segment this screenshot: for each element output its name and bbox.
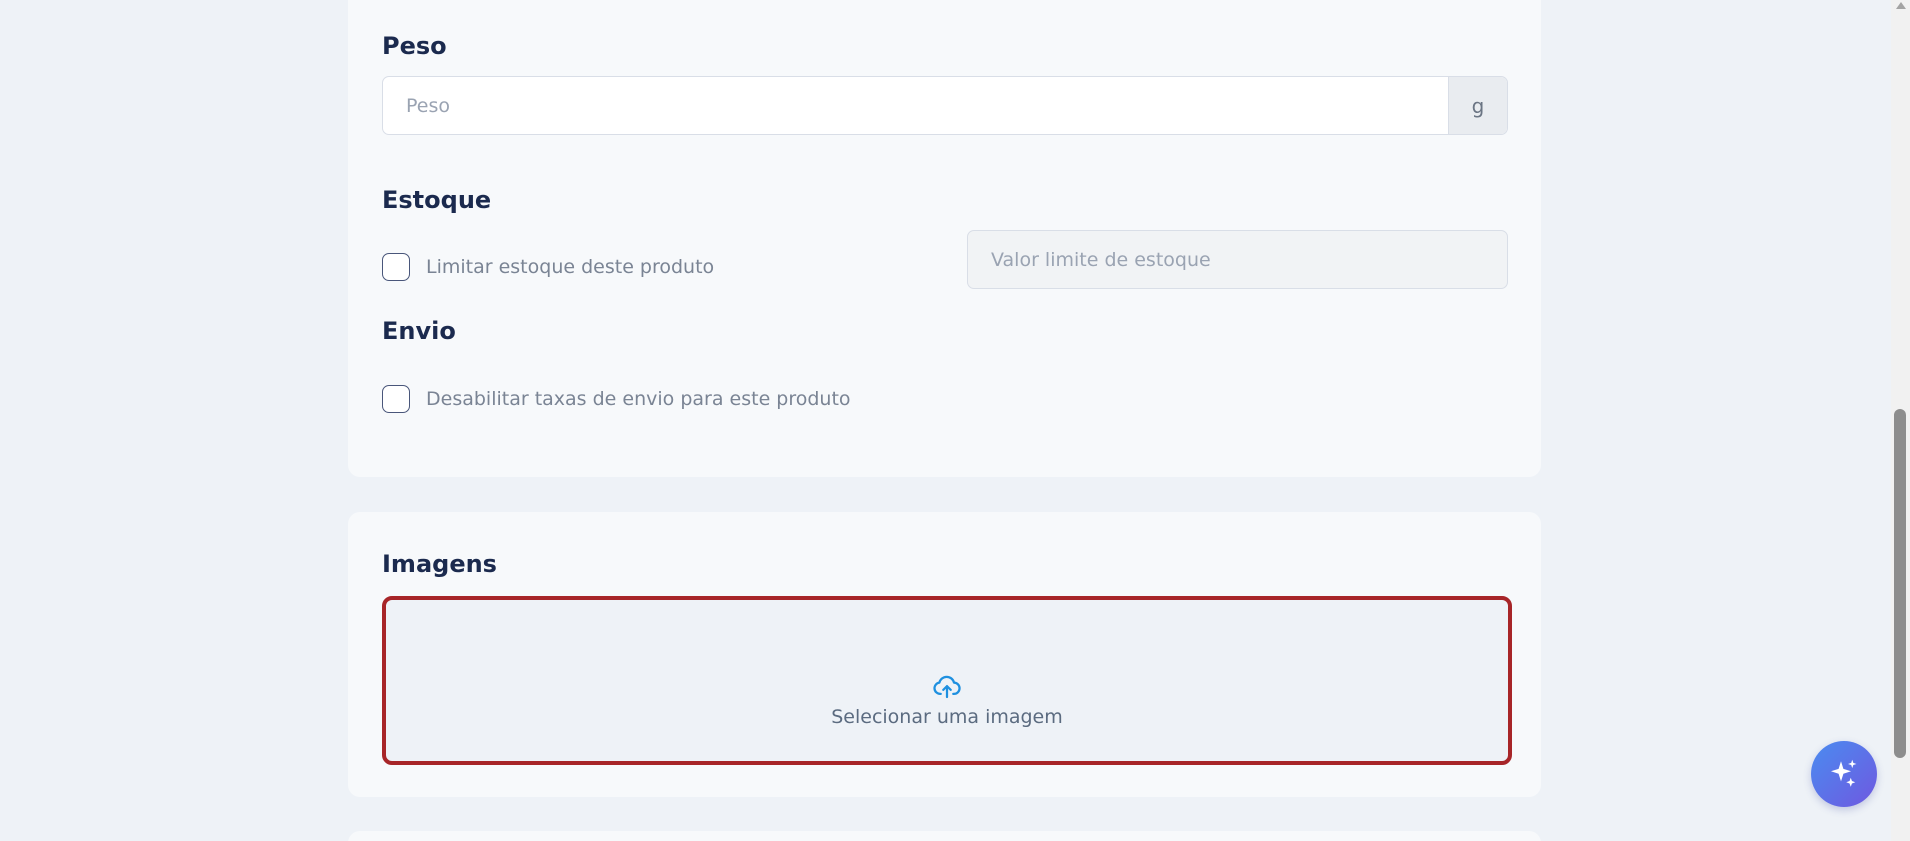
scroll-up-arrow-icon[interactable] xyxy=(1896,2,1906,9)
scrollbar-thumb[interactable] xyxy=(1894,409,1906,758)
weight-input[interactable] xyxy=(383,77,1448,134)
image-upload-dropzone[interactable]: Selecionar uma imagem xyxy=(382,596,1512,765)
disable-shipping-checkbox-row[interactable]: Desabilitar taxas de envio para este pro… xyxy=(382,385,851,413)
limit-stock-checkbox-row[interactable]: Limitar estoque deste produto xyxy=(382,253,714,281)
images-card: Imagens Selecionar uma imagem xyxy=(348,512,1541,797)
limit-stock-checkbox[interactable] xyxy=(382,253,410,281)
weight-unit-addon: g xyxy=(1448,77,1507,134)
sparkles-icon xyxy=(1830,759,1857,787)
limit-stock-label: Limitar estoque deste produto xyxy=(426,256,715,278)
next-card xyxy=(348,831,1541,841)
disable-shipping-checkbox[interactable] xyxy=(382,385,410,413)
stock-title: Estoque xyxy=(382,186,492,214)
shipping-title: Envio xyxy=(382,317,456,345)
disable-shipping-label: Desabilitar taxas de envio para este pro… xyxy=(426,388,851,410)
images-title: Imagens xyxy=(382,550,497,578)
page: Peso g Estoque Limitar estoque deste pro… xyxy=(0,0,1910,841)
weight-input-group: g xyxy=(382,76,1508,135)
upload-label: Selecionar uma imagem xyxy=(831,705,1063,728)
cloud-upload-icon xyxy=(933,675,961,698)
ai-assistant-button[interactable] xyxy=(1811,741,1877,807)
stock-limit-input[interactable] xyxy=(967,230,1508,289)
product-details-card: Peso g Estoque Limitar estoque deste pro… xyxy=(348,0,1541,477)
weight-title: Peso xyxy=(382,32,447,60)
